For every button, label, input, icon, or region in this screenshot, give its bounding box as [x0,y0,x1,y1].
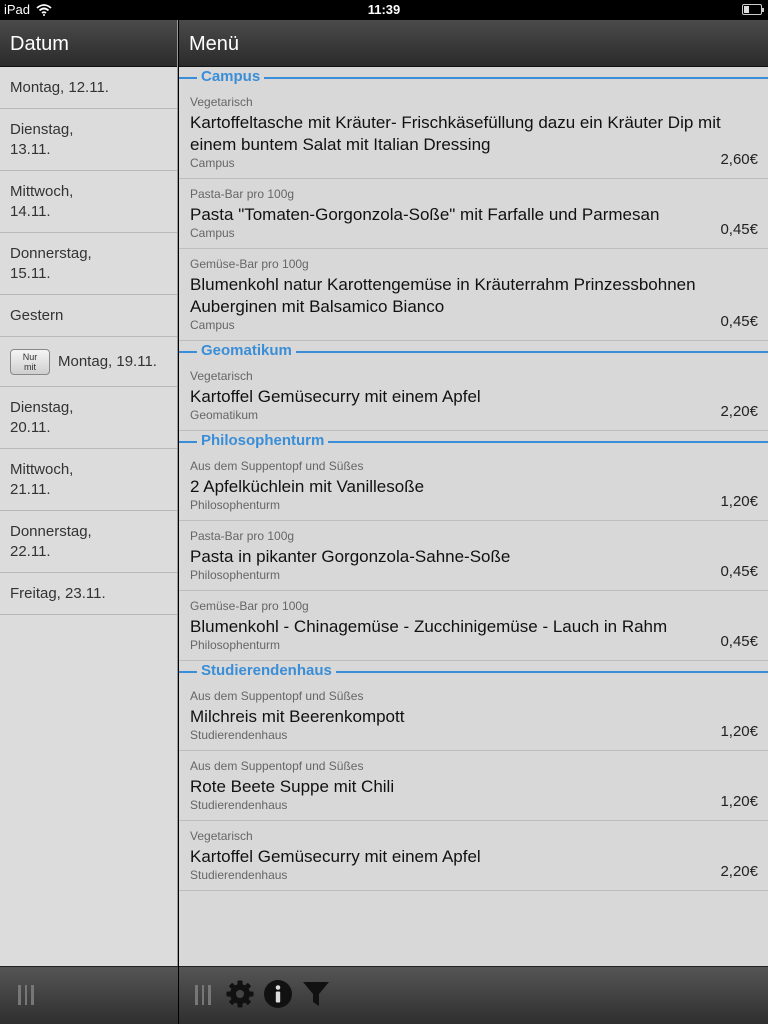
section-header-philosophenturm: Philosophenturm [179,431,768,451]
section-title: Geomatikum [197,342,296,359]
item-location: Philosophenturm [190,498,281,512]
date-label: Gestern [10,306,64,324]
menu-item[interactable]: Pasta-Bar pro 100g Pasta "Tomaten-Gorgon… [179,179,768,249]
date-item-mittwoch-21-11[interactable]: Mittwoch, 21.11. [0,449,177,511]
date-label: Donnerstag, 15.11. [10,244,92,282]
item-category: Vegetarisch [190,369,253,383]
item-name: Pasta in pikanter Gorgonzola-Sahne-Soße [190,547,511,566]
item-category: Vegetarisch [190,95,253,109]
date-label: Mittwoch, 21.11. [10,460,74,498]
item-price: 2,20€ [720,403,758,420]
item-category: Gemüse-Bar pro 100g [190,599,309,613]
menu-item[interactable]: Vegetarisch Kartoffeltasche mit Kräuter-… [179,87,768,179]
section-title: Studierendenhaus [197,662,336,679]
item-price: 1,20€ [720,493,758,510]
item-name: Pasta "Tomaten-Gorgonzola-Soße" mit Farf… [190,205,660,224]
item-location: Campus [190,226,235,240]
menu-item[interactable]: Gemüse-Bar pro 100g Blumenkohl natur Kar… [179,249,768,341]
date-item-montag-12-11[interactable]: Montag, 12.11. [0,67,177,109]
date-label: Donnerstag, 22.11. [10,522,92,560]
item-price: 0,45€ [720,313,758,330]
date-label: Dienstag, 13.11. [10,120,74,158]
item-location: Geomatikum [190,408,259,422]
menu-list[interactable]: Campus Vegetarisch Kartoffeltasche mit K… [179,67,768,967]
info-icon[interactable] [263,979,293,1009]
date-label: Montag, 19.11. [58,352,157,370]
item-price: 1,20€ [720,793,758,810]
clock: 11:39 [367,2,401,17]
date-label: Dienstag, 20.11. [10,398,74,436]
item-price: 0,45€ [720,633,758,650]
date-label: Montag, 12.11. [10,78,109,96]
item-price: 1,20€ [720,723,758,740]
menu-item[interactable]: Aus dem Suppentopf und Süßes Milchreis m… [179,681,768,751]
item-name: Blumenkohl - Chinagemüse - Zucchinigemüs… [190,617,668,636]
item-price: 0,45€ [720,221,758,238]
menu-item[interactable]: Aus dem Suppentopf und Süßes Rote Beete … [179,751,768,821]
sidebar-title: Datum [10,33,69,55]
toolbar-icons [225,979,331,1009]
date-sidebar: Datum Montag, 12.11. Dienstag, 13.11. Mi… [0,20,178,1024]
item-category: Gemüse-Bar pro 100g [190,257,309,271]
sidebar-header: Datum [0,20,177,67]
item-name: Rote Beete Suppe mit Chili [190,777,395,796]
sidebar-toolbar [0,966,178,1024]
menu-panel: Menü Campus Vegetarisch Kartoffeltasche … [179,20,768,1024]
item-category: Aus dem Suppentopf und Süßes [190,689,364,703]
item-location: Studierendenhaus [190,798,288,812]
item-price: 0,45€ [720,563,758,580]
item-name: Kartoffel Gemüsecurry mit einem Apfel [190,387,481,406]
menu-item[interactable]: Vegetarisch Kartoffel Gemüsecurry mit ei… [179,821,768,891]
filter-funnel-icon[interactable] [301,979,331,1009]
menu-header: Menü [179,20,768,67]
only-with-badge[interactable]: Nur mit [10,348,50,375]
item-location: Studierendenhaus [190,868,288,882]
item-category: Aus dem Suppentopf und Süßes [190,459,364,473]
item-price: 2,60€ [720,151,758,168]
item-location: Campus [190,318,235,332]
section-header-geomatikum: Geomatikum [179,341,768,361]
date-item-gestern[interactable]: Gestern [0,295,177,337]
section-title: Campus [197,68,265,85]
item-category: Vegetarisch [190,829,253,843]
item-location: Philosophenturm [190,568,281,582]
item-location: Studierendenhaus [190,728,288,742]
item-location: Campus [190,156,235,170]
date-item-donnerstag-15-11[interactable]: Donnerstag, 15.11. [0,233,177,295]
menu-title: Menü [189,33,240,55]
section-header-campus: Campus [179,67,768,87]
item-name: Kartoffel Gemüsecurry mit einem Apfel [190,847,481,866]
status-bar: iPad 11:39 [0,0,768,20]
item-name: 2 Apfelküchlein mit Vanillesoße [190,477,425,496]
battery-icon [742,4,764,15]
date-item-donnerstag-22-11[interactable]: Donnerstag, 22.11. [0,511,177,573]
item-price: 2,20€ [720,863,758,880]
item-category: Pasta-Bar pro 100g [190,529,295,543]
menu-toolbar [179,966,768,1024]
menu-item[interactable]: Pasta-Bar pro 100g Pasta in pikanter Gor… [179,521,768,591]
date-item-dienstag-20-11[interactable]: Dienstag, 20.11. [0,387,177,449]
menu-item[interactable]: Gemüse-Bar pro 100g Blumenkohl - Chinage… [179,591,768,661]
date-item-montag-19-11[interactable]: Nur mit Montag, 19.11. [0,337,177,387]
drag-handle-icon[interactable] [195,985,212,1005]
item-name: Milchreis mit Beerenkompott [190,707,405,726]
date-label: Freitag, 23.11. [10,584,106,602]
item-name: Kartoffeltasche mit Kräuter- Frischkäsef… [190,113,721,154]
date-item-dienstag-13-11[interactable]: Dienstag, 13.11. [0,109,177,171]
date-item-freitag-23-11[interactable]: Freitag, 23.11. [0,573,177,615]
date-item-mittwoch-14-11[interactable]: Mittwoch, 14.11. [0,171,177,233]
date-list: Montag, 12.11. Dienstag, 13.11. Mittwoch… [0,67,177,615]
item-location: Philosophenturm [190,638,281,652]
date-label: Mittwoch, 14.11. [10,182,74,220]
section-header-studierendenhaus: Studierendenhaus [179,661,768,681]
item-category: Aus dem Suppentopf und Süßes [190,759,364,773]
item-name: Blumenkohl natur Karottengemüse in Kräut… [190,275,696,316]
menu-item[interactable]: Aus dem Suppentopf und Süßes 2 Apfelküch… [179,451,768,521]
settings-gear-icon[interactable] [225,979,255,1009]
drag-handle-icon[interactable] [18,985,35,1005]
menu-item[interactable]: Vegetarisch Kartoffel Gemüsecurry mit ei… [179,361,768,431]
section-title: Philosophenturm [197,432,329,449]
item-category: Pasta-Bar pro 100g [190,187,295,201]
